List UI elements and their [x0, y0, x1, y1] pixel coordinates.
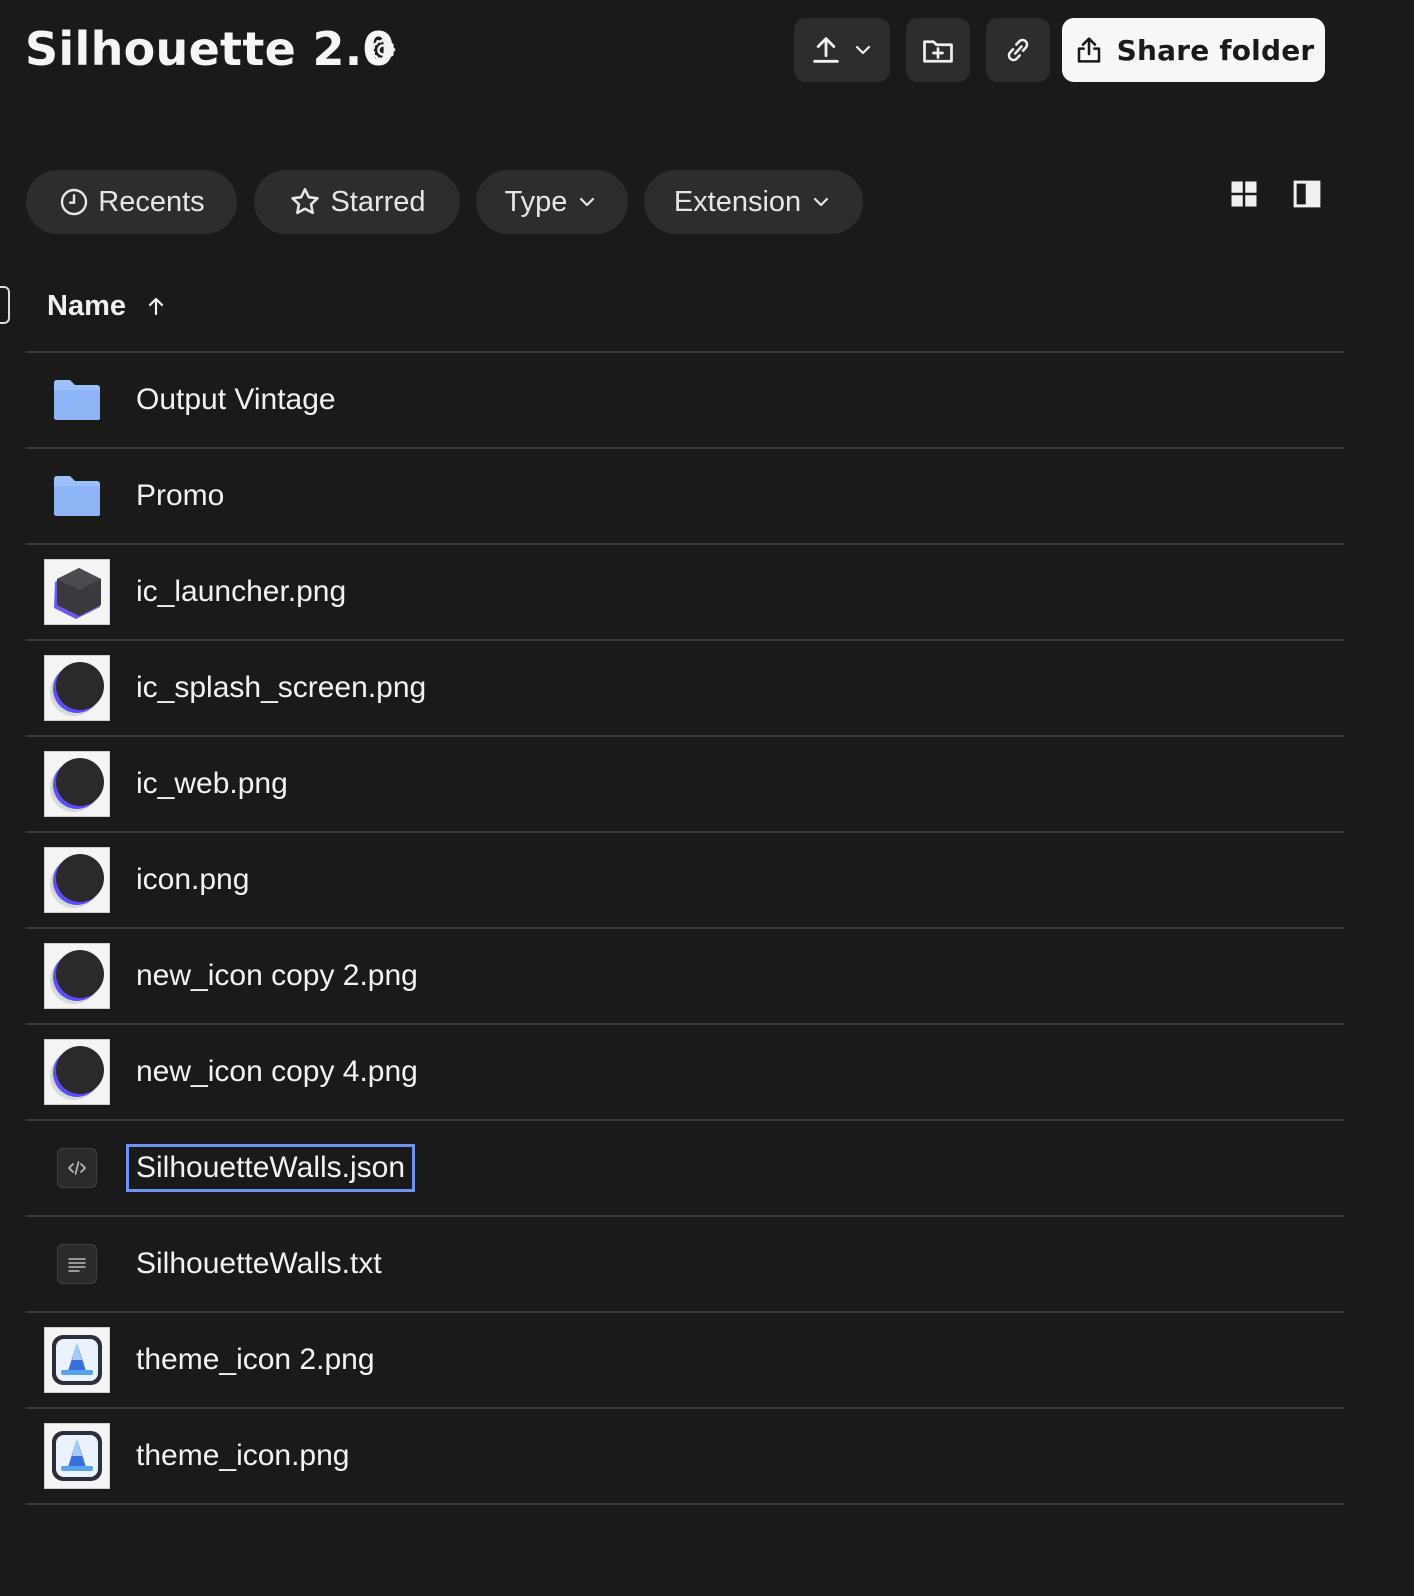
file-name[interactable]: ic_splash_screen.png — [136, 671, 426, 705]
file-name[interactable]: theme_icon.png — [136, 1439, 350, 1473]
code-file-icon — [57, 1148, 97, 1188]
folder-plus-icon — [923, 40, 953, 63]
row-thumbnail — [44, 1135, 110, 1201]
grid-icon — [1231, 181, 1257, 207]
grid-view-button[interactable] — [1224, 174, 1264, 214]
header: Silhouette 2.0 Share folder — [0, 0, 1414, 100]
share-folder-label: Share folder — [1116, 33, 1315, 67]
folder-row[interactable]: Output Vintage — [26, 353, 1344, 449]
circle-thumbnail-icon — [44, 847, 110, 913]
file-row[interactable]: ic_web.png — [26, 737, 1344, 833]
file-name[interactable]: Promo — [136, 479, 224, 513]
circle-thumbnail-icon — [44, 655, 110, 721]
select-all-checkbox[interactable] — [0, 286, 10, 324]
row-thumbnail — [44, 463, 110, 529]
name-column-header[interactable]: Name — [47, 286, 168, 326]
file-row[interactable]: icon.png — [26, 833, 1344, 929]
clock-icon — [61, 188, 88, 216]
row-thumbnail — [44, 655, 110, 721]
copy-link-button[interactable] — [986, 18, 1050, 82]
file-name-selected[interactable]: SilhouetteWalls.json — [125, 1144, 416, 1192]
file-name[interactable]: SilhouetteWalls.txt — [136, 1247, 382, 1281]
circle-thumbnail-icon — [44, 751, 110, 817]
extension-filter[interactable]: Extension — [644, 170, 863, 234]
file-list: Output Vintage Promo ic_launcher.png ic_… — [26, 353, 1344, 1505]
share-folder-button[interactable]: Share folder — [1062, 18, 1325, 82]
recents-filter[interactable]: Recents — [26, 170, 237, 234]
file-row[interactable]: SilhouetteWalls.txt — [26, 1217, 1344, 1313]
circle-thumbnail-icon — [44, 1039, 110, 1105]
type-label: Type — [504, 185, 568, 218]
file-name[interactable]: ic_launcher.png — [136, 575, 346, 609]
share-icon — [1077, 37, 1100, 63]
hexagon-thumbnail-icon — [44, 559, 110, 625]
file-name[interactable]: new_icon copy 2.png — [136, 959, 418, 993]
text-file-icon — [57, 1244, 97, 1284]
file-name[interactable]: icon.png — [136, 863, 249, 897]
link-icon — [1007, 38, 1029, 62]
file-row[interactable]: theme_icon 2.png — [26, 1313, 1344, 1409]
new-folder-button[interactable] — [906, 18, 970, 82]
row-thumbnail — [44, 847, 110, 913]
side-panel-toggle[interactable] — [1287, 174, 1327, 214]
row-thumbnail — [44, 943, 110, 1009]
circle-thumbnail-icon — [44, 943, 110, 1009]
row-thumbnail — [44, 559, 110, 625]
row-thumbnail — [44, 1423, 110, 1489]
file-row[interactable]: new_icon copy 4.png — [26, 1025, 1344, 1121]
extension-label: Extension — [673, 185, 802, 218]
row-thumbnail — [44, 1327, 110, 1393]
file-name[interactable]: Output Vintage — [136, 383, 336, 417]
chevron-down-icon — [580, 197, 595, 207]
folder-icon — [54, 476, 100, 516]
theme-thumbnail-icon — [44, 1327, 110, 1393]
row-thumbnail — [44, 1231, 110, 1297]
gear-icon[interactable] — [366, 33, 400, 67]
upload-icon — [813, 37, 839, 63]
recents-label: Recents — [98, 185, 205, 218]
chevron-down-icon — [855, 45, 871, 55]
upload-button[interactable] — [794, 18, 890, 82]
name-header-label: Name — [47, 289, 126, 322]
file-name[interactable]: new_icon copy 4.png — [136, 1055, 418, 1089]
starred-label: Starred — [330, 185, 426, 218]
chevron-down-icon — [814, 197, 829, 207]
panel-icon — [1293, 180, 1321, 208]
row-thumbnail — [44, 367, 110, 433]
row-thumbnail — [44, 1039, 110, 1105]
file-row[interactable]: ic_splash_screen.png — [26, 641, 1344, 737]
file-name[interactable]: theme_icon 2.png — [136, 1343, 375, 1377]
page-title: Silhouette 2.0 — [25, 22, 395, 76]
type-filter[interactable]: Type — [476, 170, 628, 234]
starred-filter[interactable]: Starred — [254, 170, 460, 234]
row-thumbnail — [44, 751, 110, 817]
file-name[interactable]: ic_web.png — [136, 767, 288, 801]
arrow-up-icon — [148, 297, 164, 316]
file-row[interactable]: theme_icon.png — [26, 1409, 1344, 1505]
folder-icon — [54, 380, 100, 420]
file-row[interactable]: SilhouetteWalls.json — [26, 1121, 1344, 1217]
folder-row[interactable]: Promo — [26, 449, 1344, 545]
theme-thumbnail-icon — [44, 1423, 110, 1489]
file-row[interactable]: new_icon copy 2.png — [26, 929, 1344, 1025]
star-icon — [291, 187, 320, 215]
file-row[interactable]: ic_launcher.png — [26, 545, 1344, 641]
